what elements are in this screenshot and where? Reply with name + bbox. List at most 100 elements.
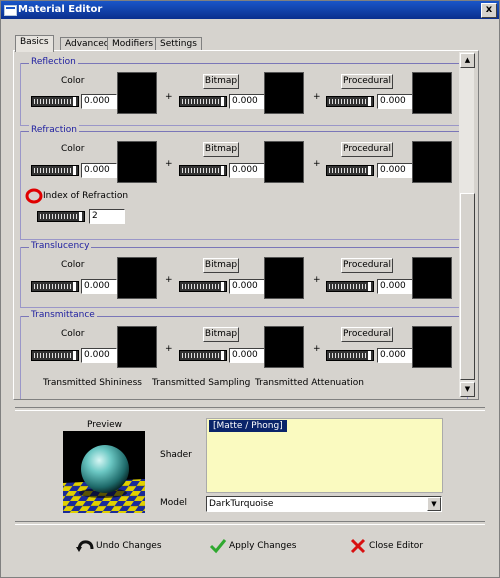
reflection-bitmap-swatch[interactable] [264,72,304,114]
refraction-bitmap-slider[interactable] [179,165,227,176]
undo-changes-button[interactable]: Undo Changes [76,537,171,555]
close-icon [350,538,366,554]
transmittance-procedural-swatch[interactable] [412,326,452,368]
translucency-bitmap-button[interactable]: Bitmap [203,258,239,273]
refraction-color-value[interactable]: 0.000 [81,163,117,178]
reflection-title: Reflection [29,57,78,67]
reflection-procedural-value[interactable]: 0.000 [377,94,413,109]
plus-sign: + [313,344,321,354]
plus-sign: + [313,275,321,285]
transmittance-title: Transmittance [29,310,97,320]
plus-sign: + [313,92,321,102]
title-bar[interactable]: Material Editor x [1,1,499,19]
scroll-up-button[interactable]: ▲ [460,53,475,68]
refraction-bitmap-value[interactable]: 0.000 [229,163,265,178]
refraction-procedural-slider[interactable] [326,165,374,176]
refraction-procedural-swatch[interactable] [412,141,452,183]
translucency-color-slider[interactable] [31,281,79,292]
reflection-bitmap-button[interactable]: Bitmap [203,74,239,89]
transmitted-attenuation-label: Transmitted Attenuation [255,378,364,388]
close-editor-button[interactable]: Close Editor [349,537,439,555]
material-preview [63,431,145,513]
plus-sign: + [165,275,173,285]
plus-sign: + [165,344,173,354]
refraction-color-swatch[interactable] [117,141,157,183]
tab-basics[interactable]: Basics [15,35,54,52]
refraction-group: Refraction Color 0.000 + Bitmap 0.000 + … [20,125,468,240]
preview-sphere-icon [63,431,145,513]
shader-item-selected[interactable]: [Matte / Phong] [209,420,287,432]
apply-changes-label: Apply Changes [229,541,297,551]
apply-changes-button[interactable]: Apply Changes [209,537,304,555]
refraction-procedural-value[interactable]: 0.000 [377,163,413,178]
translucency-color-value[interactable]: 0.000 [81,279,117,294]
refraction-color-slider[interactable] [31,165,79,176]
divider [15,407,485,411]
transmittance-group: Transmittance Color 0.000 + Bitmap 0.000… [20,310,468,399]
ior-slider[interactable] [37,211,85,222]
close-editor-label: Close Editor [369,541,424,551]
ior-label: Index of Refraction [43,191,129,201]
preview-label: Preview [87,420,123,430]
reflection-group: Reflection Color 0.000 + Bitmap 0.000 + … [20,57,468,126]
scroll-thumb[interactable] [460,193,475,380]
model-dropdown[interactable]: DarkTurquoise ▼ [206,496,442,512]
transmittance-procedural-slider[interactable] [326,350,374,361]
reflection-procedural-slider[interactable] [326,96,374,107]
checkmark-icon [209,539,227,554]
translucency-procedural-swatch[interactable] [412,257,452,299]
shader-list[interactable]: [Matte / Phong] [206,418,443,493]
ior-marker-icon [25,188,43,204]
plus-sign: + [313,159,321,169]
transmittance-bitmap-value[interactable]: 0.000 [229,348,265,363]
tab-settings[interactable]: Settings [155,37,202,51]
reflection-color-value[interactable]: 0.000 [81,94,117,109]
reflection-bitmap-slider[interactable] [179,96,227,107]
transmittance-color-slider[interactable] [31,350,79,361]
tab-modifiers[interactable]: Modifiers [107,37,159,51]
divider [15,521,485,525]
translucency-procedural-value[interactable]: 0.000 [377,279,413,294]
translucency-color-swatch[interactable] [117,257,157,299]
refraction-bitmap-button[interactable]: Bitmap [203,142,239,157]
transmittance-bitmap-slider[interactable] [179,350,227,361]
transmittance-color-value[interactable]: 0.000 [81,348,117,363]
translucency-color-label: Color [61,260,85,270]
reflection-procedural-swatch[interactable] [412,72,452,114]
basics-panel: Reflection Color 0.000 + Bitmap 0.000 + … [13,50,479,400]
reflection-bitmap-value[interactable]: 0.000 [229,94,265,109]
ior-value-input[interactable]: 2 [89,209,125,224]
translucency-bitmap-value[interactable]: 0.000 [229,279,265,294]
transmittance-color-label: Color [61,329,85,339]
translucency-procedural-slider[interactable] [326,281,374,292]
transmitted-shininess-label: Transmitted Shininess [43,378,142,388]
plus-sign: + [165,92,173,102]
scroll-down-button[interactable]: ▼ [460,382,475,397]
reflection-color-slider[interactable] [31,96,79,107]
transmitted-sampling-label: Transmitted Sampling [152,378,251,388]
translucency-bitmap-swatch[interactable] [264,257,304,299]
reflection-color-label: Color [61,76,85,86]
material-editor-window: Material Editor x Basics Advanced Modifi… [0,0,500,578]
transmittance-color-swatch[interactable] [117,326,157,368]
refraction-procedural-button[interactable]: Procedural [341,142,393,157]
translucency-bitmap-slider[interactable] [179,281,227,292]
undo-icon [76,540,94,552]
translucency-group: Translucency Color 0.000 + Bitmap 0.000 … [20,241,468,308]
refraction-bitmap-swatch[interactable] [264,141,304,183]
model-dropdown-value: DarkTurquoise [209,499,274,509]
reflection-color-swatch[interactable] [117,72,157,114]
plus-sign: + [165,159,173,169]
transmittance-bitmap-button[interactable]: Bitmap [203,327,239,342]
refraction-title: Refraction [29,125,79,135]
transmittance-procedural-button[interactable]: Procedural [341,327,393,342]
translucency-procedural-button[interactable]: Procedural [341,258,393,273]
undo-changes-label: Undo Changes [96,541,162,551]
reflection-procedural-button[interactable]: Procedural [341,74,393,89]
refraction-color-label: Color [61,144,85,154]
transmittance-procedural-value[interactable]: 0.000 [377,348,413,363]
close-window-button[interactable]: x [481,3,497,18]
model-label: Model [160,498,188,508]
chevron-down-icon[interactable]: ▼ [427,497,441,511]
transmittance-bitmap-swatch[interactable] [264,326,304,368]
